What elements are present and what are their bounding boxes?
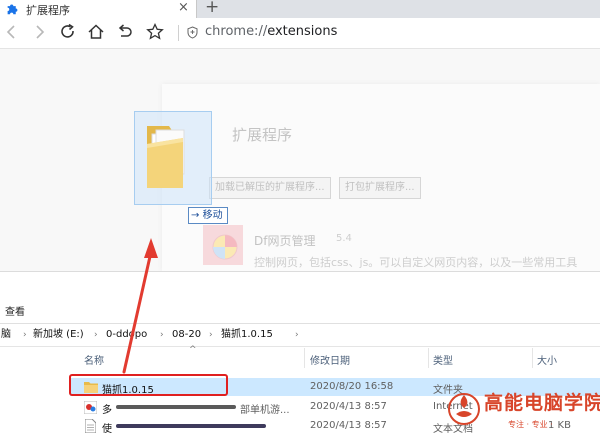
- file-name-tail: 部单机游...: [240, 405, 290, 416]
- sort-ascending-icon: ^: [189, 345, 197, 355]
- breadcrumb-folder-08-20[interactable]: 08-20: [172, 324, 201, 346]
- annotation-highlight-box: [69, 374, 228, 396]
- page-title: 扩展程序: [232, 126, 293, 144]
- file-name: 使: [102, 424, 112, 435]
- column-header-date[interactable]: 修改日期: [310, 352, 350, 367]
- pack-extension-button[interactable]: 打包扩展程序...: [339, 177, 421, 199]
- extension-icon: [203, 225, 243, 265]
- puzzle-icon: [7, 4, 18, 15]
- chevron-right-icon[interactable]: ›: [209, 324, 213, 346]
- chevron-right-icon[interactable]: ›: [295, 324, 299, 346]
- extension-description: 控制网页，包括css、js。可以自定义网页内容，以及一些常用工具: [254, 256, 578, 269]
- new-tab-button[interactable]: +: [205, 0, 219, 17]
- column-header-type[interactable]: 类型: [433, 352, 453, 367]
- back-icon[interactable]: [2, 22, 22, 42]
- omnibox-divider: [178, 25, 179, 41]
- move-tooltip-label: 移动: [202, 210, 223, 221]
- browser-toolbar: chrome://extensions: [0, 18, 600, 49]
- file-name: 多: [102, 405, 112, 416]
- shield-icon[interactable]: [187, 26, 198, 39]
- reload-icon[interactable]: [58, 22, 78, 42]
- arrow-right-icon: →: [191, 210, 200, 221]
- load-unpacked-button[interactable]: 加载已解压的扩展程序...: [209, 177, 331, 199]
- column-header-size[interactable]: 大小: [537, 352, 557, 367]
- file-date: 2020/4/13 8:57: [310, 420, 387, 431]
- folder-icon: [147, 126, 185, 188]
- url-path: extensions: [267, 24, 338, 39]
- column-divider[interactable]: [428, 348, 429, 368]
- watermark-title: 高能电脑学院: [484, 392, 600, 414]
- extension-name: Df网页管理: [254, 234, 316, 248]
- file-date: 2020/8/20 16:58: [310, 381, 394, 392]
- watermark-logo-icon: [448, 393, 480, 425]
- close-tab-button[interactable]: ×: [178, 0, 189, 15]
- ribbon-tab-view[interactable]: 查看: [5, 303, 25, 318]
- breadcrumb-drive[interactable]: 新加坡 (E:): [33, 324, 84, 346]
- undo-icon[interactable]: [115, 22, 135, 42]
- breadcrumb-folder-0-ddopo[interactable]: 0-ddopo: [106, 324, 147, 346]
- forward-icon[interactable]: [29, 22, 49, 42]
- explorer-address-bar[interactable]: 脑 › 新加坡 (E:) › 0-ddopo › 08-20 › 猫抓1.0.1…: [0, 324, 600, 347]
- column-header-name[interactable]: 名称: [84, 352, 104, 367]
- address-bar[interactable]: chrome://extensions: [205, 24, 337, 39]
- tab-extensions[interactable]: 扩展程序 ×: [0, 0, 197, 18]
- text-file-icon: [85, 419, 96, 433]
- breadcrumb-computer[interactable]: 脑: [1, 324, 11, 346]
- column-divider[interactable]: [532, 348, 533, 368]
- internet-shortcut-icon: [84, 401, 97, 414]
- chevron-right-icon[interactable]: ›: [160, 324, 164, 346]
- home-icon[interactable]: [86, 22, 106, 42]
- star-icon[interactable]: [145, 22, 165, 42]
- chevron-right-icon[interactable]: ›: [94, 324, 98, 346]
- breadcrumb-current-folder[interactable]: 猫抓1.0.15: [221, 324, 273, 346]
- watermark-subtitle: 专注 · 专业 ·: [508, 420, 553, 429]
- redacted-text: [116, 424, 266, 428]
- url-scheme: chrome://: [205, 24, 268, 39]
- tab-title: 扩展程序: [26, 4, 70, 17]
- move-tooltip: → 移动: [188, 207, 228, 224]
- tab-strip: 扩展程序 × +: [0, 0, 600, 18]
- column-divider[interactable]: [304, 348, 305, 368]
- redacted-text: [116, 405, 236, 409]
- extension-version: 5.4: [336, 233, 352, 244]
- file-date: 2020/4/13 8:57: [310, 401, 387, 412]
- chevron-right-icon[interactable]: ›: [23, 324, 27, 346]
